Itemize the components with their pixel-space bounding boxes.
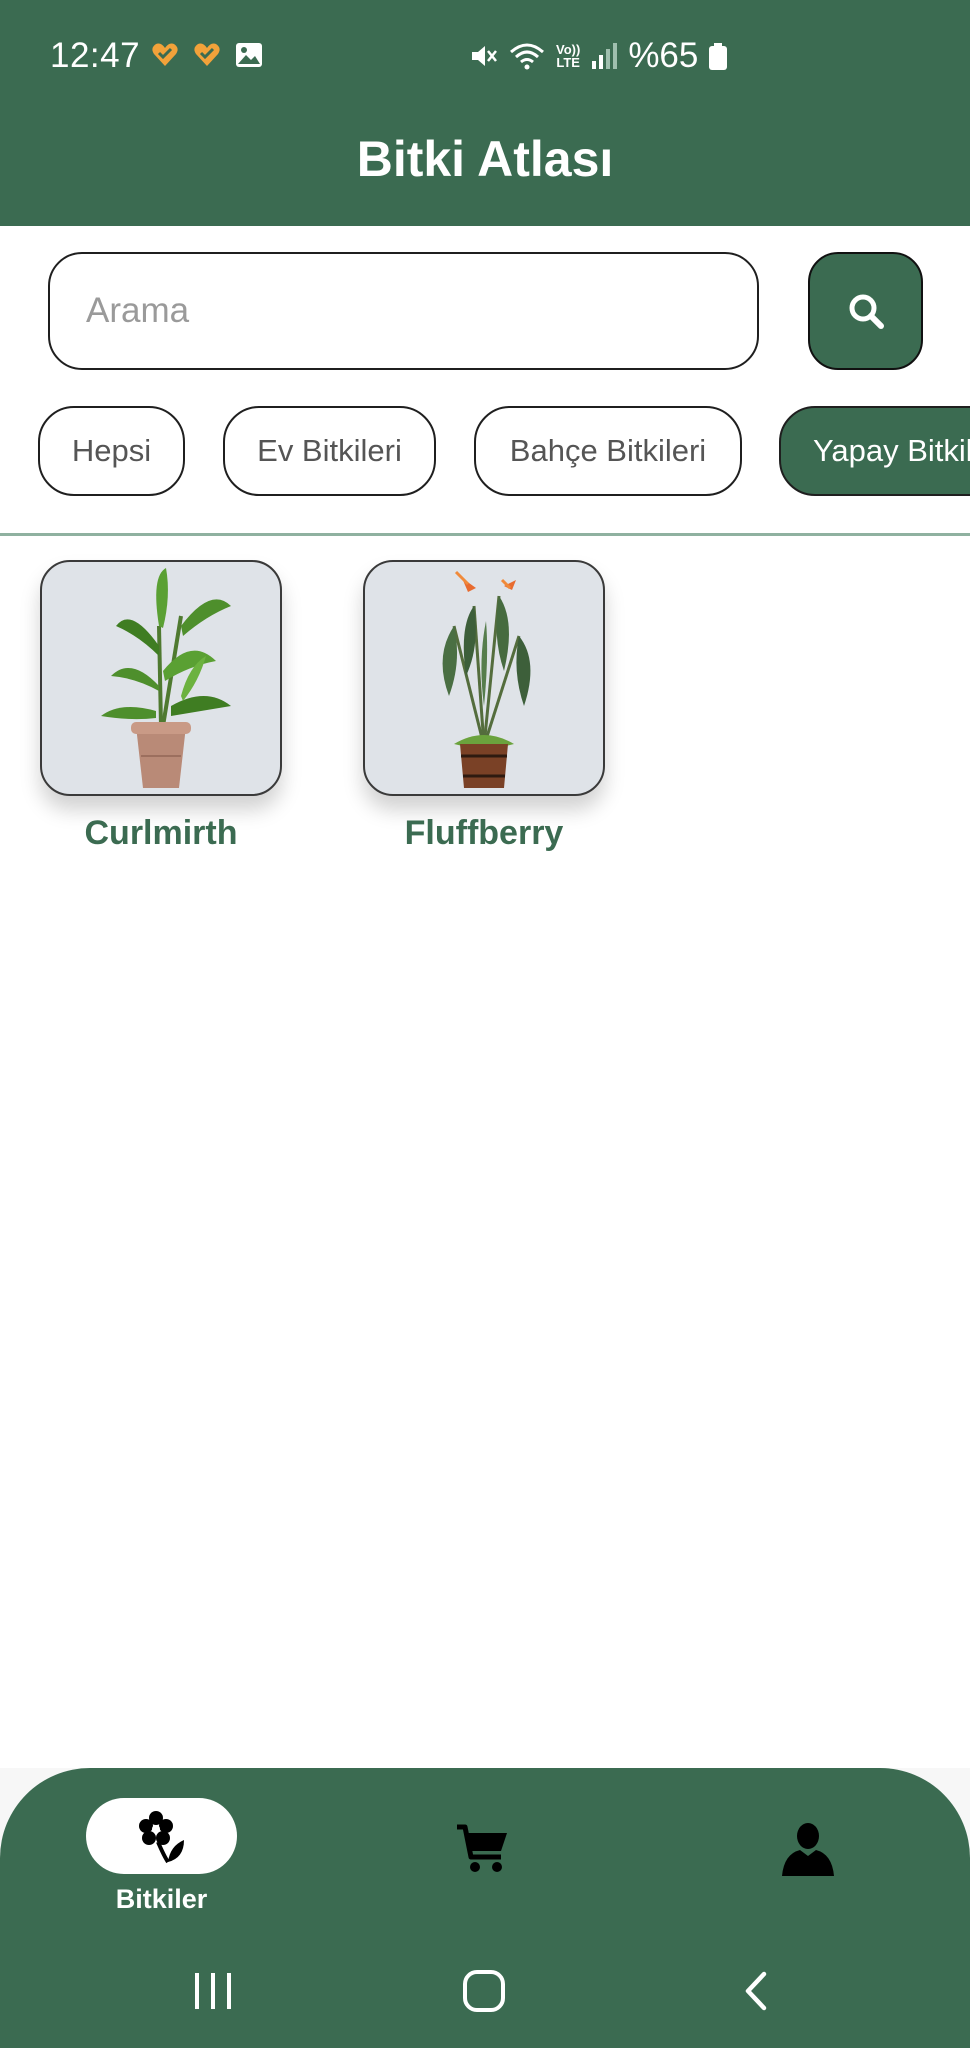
notification-icons: [150, 40, 264, 70]
app-screen: 12:47 Vo)) LTE %65 Bitki Atlası Arama He…: [0, 0, 970, 2048]
search-button[interactable]: [808, 252, 923, 370]
notification-heart-icon: [194, 43, 220, 66]
recent-apps-button[interactable]: [192, 1970, 234, 2017]
gallery-icon: [236, 43, 262, 67]
wifi-icon: [510, 43, 544, 70]
category-chip-hepsi[interactable]: Hepsi: [38, 406, 185, 496]
recent-apps-icon: [195, 1973, 231, 2009]
back-icon: [745, 1971, 767, 2011]
nav-label-bitkiler: Bitkiler: [115, 1884, 208, 1914]
back-button[interactable]: [740, 1970, 770, 2017]
mute-icon: [472, 46, 497, 66]
divider: [0, 533, 970, 536]
status-right-icons: Vo)) LTE %65: [468, 36, 728, 76]
battery-icon: [709, 43, 728, 70]
nav-item-cart[interactable]: [455, 1821, 511, 1882]
plant-illustration: [101, 568, 231, 788]
search-icon: [849, 294, 884, 329]
flower-icon: [138, 1811, 184, 1864]
plant-illustration: [442, 570, 531, 788]
app-header: 12:47 Vo)) LTE %65 Bitki Atlası: [0, 0, 970, 226]
home-icon: [463, 1970, 505, 2012]
system-navigation-bar: [0, 1938, 970, 2048]
category-chip-yapay-bitkiler[interactable]: Yapay Bitkiler: [779, 406, 970, 496]
plant-image[interactable]: [363, 560, 605, 796]
user-icon: [782, 1823, 834, 1876]
home-button[interactable]: [462, 1969, 506, 2018]
signal-icon: [592, 43, 618, 69]
plant-name: Curlmirth: [84, 814, 238, 852]
battery-percent: %65: [628, 36, 699, 75]
plant-card[interactable]: Fluffberry: [363, 560, 605, 853]
search-input[interactable]: [48, 252, 759, 370]
plant-name: Fluffberry: [404, 814, 564, 852]
plant-image[interactable]: [40, 560, 282, 796]
category-chip-ev-bitkileri[interactable]: Ev Bitkileri: [223, 406, 436, 496]
plant-card[interactable]: Curlmirth: [40, 560, 282, 853]
nav-item-bitkiler[interactable]: [86, 1798, 237, 1874]
page-title: Bitki Atlası: [356, 131, 614, 187]
notification-heart-icon: [152, 43, 178, 66]
nav-item-profile[interactable]: [780, 1820, 836, 1883]
category-chip-bahce-bitkileri[interactable]: Bahçe Bitkileri: [474, 406, 742, 496]
lte-label: LTE: [556, 55, 580, 70]
cart-icon: [457, 1824, 507, 1872]
volte-indicator: Vo)) LTE: [556, 43, 580, 69]
category-filter-bar: Hepsi Ev Bitkileri Bahçe Bitkileri Yapay…: [0, 406, 970, 498]
status-time: 12:47: [50, 36, 141, 75]
